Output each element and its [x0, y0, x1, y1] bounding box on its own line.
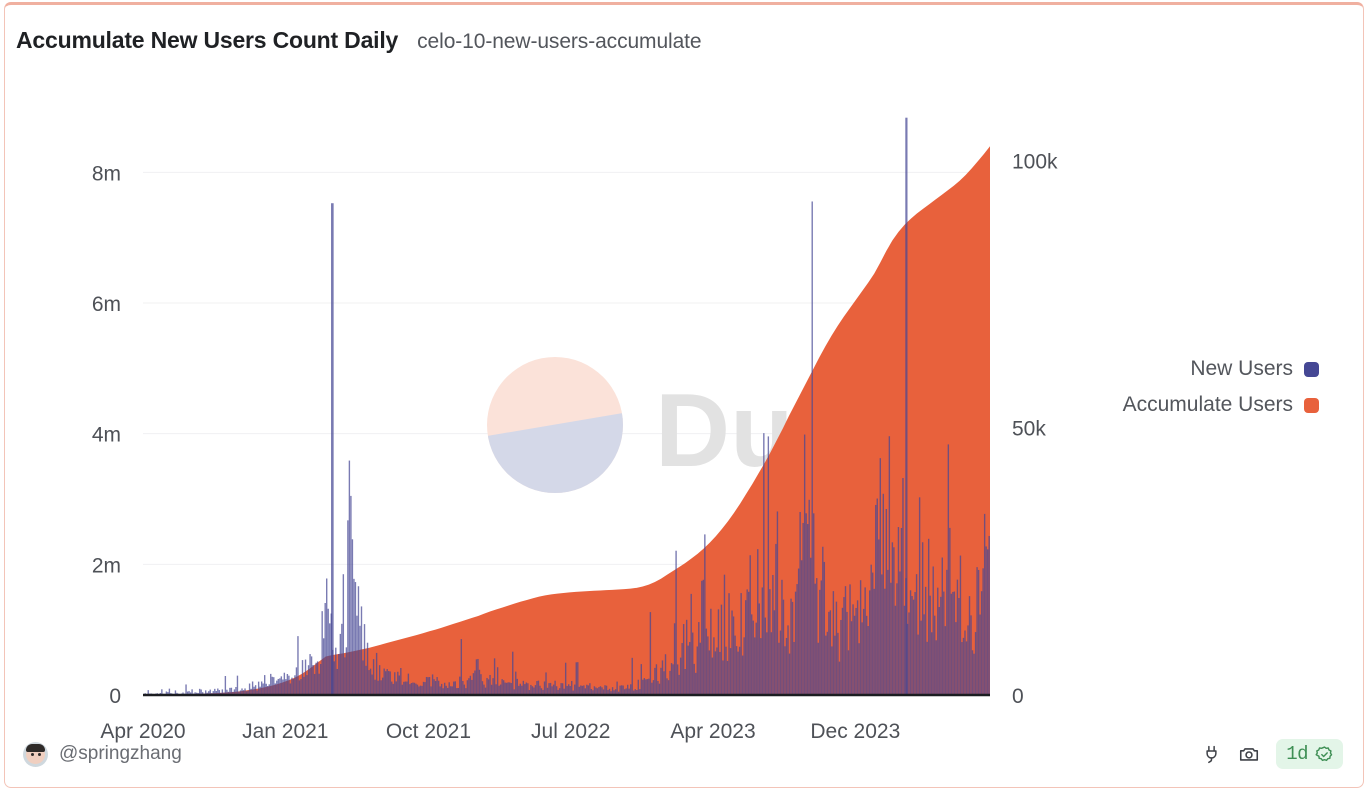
y-axis-left-tick: 4m — [92, 424, 121, 447]
y-axis-left-tick: 0 — [109, 685, 121, 708]
freshness-label: 1d — [1286, 743, 1308, 765]
chart-svg[interactable]: Dune 02m4m6m8m050k100kApr 2020Jan 2021Oc… — [5, 91, 1365, 751]
legend-item-accumulate-users[interactable]: Accumulate Users — [1123, 393, 1319, 417]
page-title: Accumulate New Users Count Daily — [16, 27, 399, 53]
chart-header: Accumulate New Users Count Daily celo-10… — [16, 27, 702, 54]
author-handle[interactable]: @springzhang — [59, 743, 182, 765]
chart-legend[interactable]: New Users Accumulate Users — [1123, 357, 1319, 417]
plug-icon[interactable] — [1201, 744, 1222, 765]
legend-swatch-accumulate-users — [1304, 397, 1319, 413]
y-axis-left-tick: 6m — [92, 293, 121, 316]
y-axis-right-tick: 0 — [1012, 685, 1024, 708]
freshness-badge[interactable]: 1d — [1276, 739, 1343, 769]
camera-icon[interactable] — [1238, 743, 1260, 765]
avatar — [23, 741, 48, 767]
chart-subtitle: celo-10-new-users-accumulate — [417, 30, 702, 53]
y-axis-right-tick: 50k — [1012, 418, 1046, 441]
footer-actions: 1d — [1201, 739, 1343, 769]
chart-card: Accumulate New Users Count Daily celo-10… — [4, 2, 1364, 788]
legend-swatch-new-users — [1304, 361, 1319, 377]
legend-label-new-users: New Users — [1190, 357, 1293, 380]
author-block[interactable]: @springzhang — [23, 741, 182, 767]
legend-label-accumulate-users: Accumulate Users — [1122, 393, 1293, 416]
y-axis-left-tick: 8m — [92, 162, 121, 185]
verified-check-icon — [1315, 745, 1334, 764]
y-axis-right-tick: 100k — [1012, 150, 1058, 173]
chart-plot-area[interactable]: Dune 02m4m6m8m050k100kApr 2020Jan 2021Oc… — [5, 91, 1365, 751]
chart-footer: @springzhang 1d — [5, 737, 1363, 771]
legend-item-new-users[interactable]: New Users — [1190, 357, 1319, 381]
y-axis-left-tick: 2m — [92, 554, 121, 577]
